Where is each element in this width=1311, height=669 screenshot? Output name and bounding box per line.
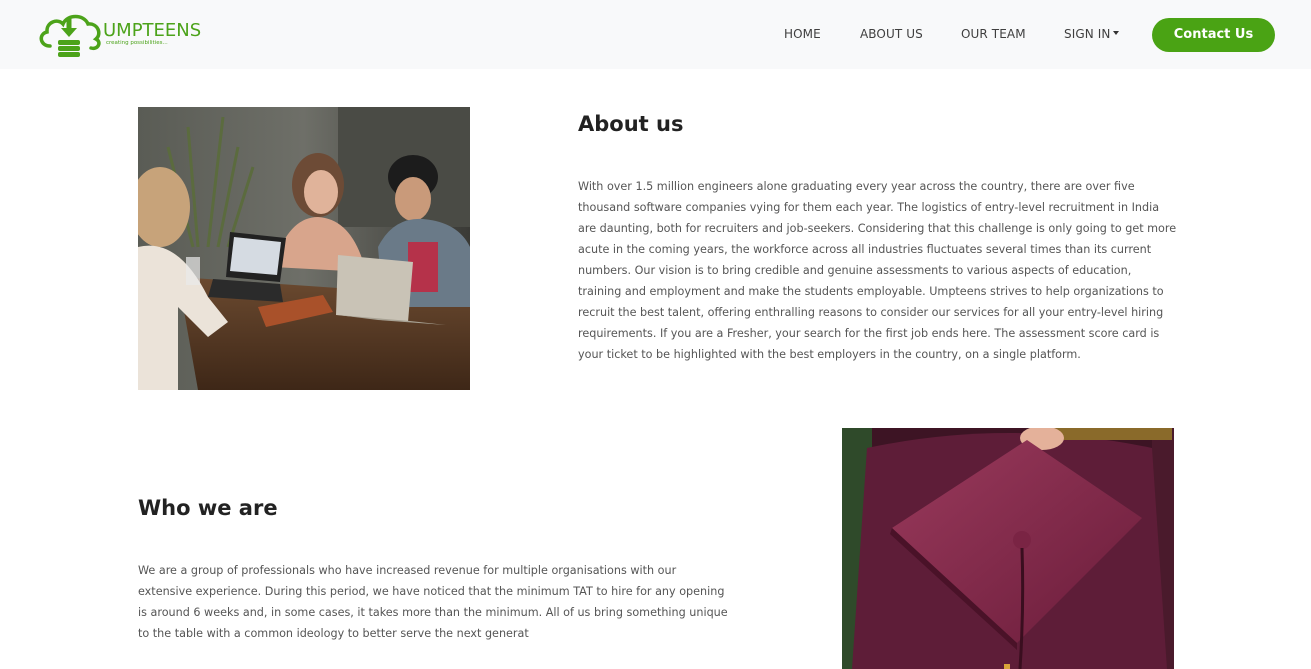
who-heading: Who we are: [138, 496, 278, 520]
about-team-photo: [138, 107, 470, 390]
navbar: UMPTEENS creating possibilities... HOME …: [0, 0, 1311, 69]
graduation-cap-icon: [842, 428, 1174, 669]
nav-sign-in-label: SIGN IN: [1064, 27, 1111, 41]
graduation-photo: [842, 428, 1174, 669]
nav-about-us[interactable]: ABOUT US: [860, 27, 923, 41]
brand-name: UMPTEENS: [103, 20, 202, 41]
cloud-download-icon: [39, 14, 101, 57]
contact-us-button[interactable]: Contact Us: [1152, 18, 1275, 52]
about-heading: About us: [578, 112, 684, 136]
who-paragraph: We are a group of professionals who have…: [138, 564, 728, 640]
about-paragraph: With over 1.5 million engineers alone gr…: [578, 180, 1177, 361]
brand-tagline: creating possibilities...: [106, 40, 168, 46]
nav-sign-in[interactable]: SIGN IN: [1064, 27, 1120, 41]
nav-home[interactable]: HOME: [784, 27, 821, 41]
brand-logo[interactable]: UMPTEENS creating possibilities...: [36, 12, 206, 60]
caret-down-icon: [1113, 31, 1120, 35]
team-photo-icon: [138, 107, 470, 390]
nav-our-team[interactable]: OUR TEAM: [961, 27, 1026, 41]
